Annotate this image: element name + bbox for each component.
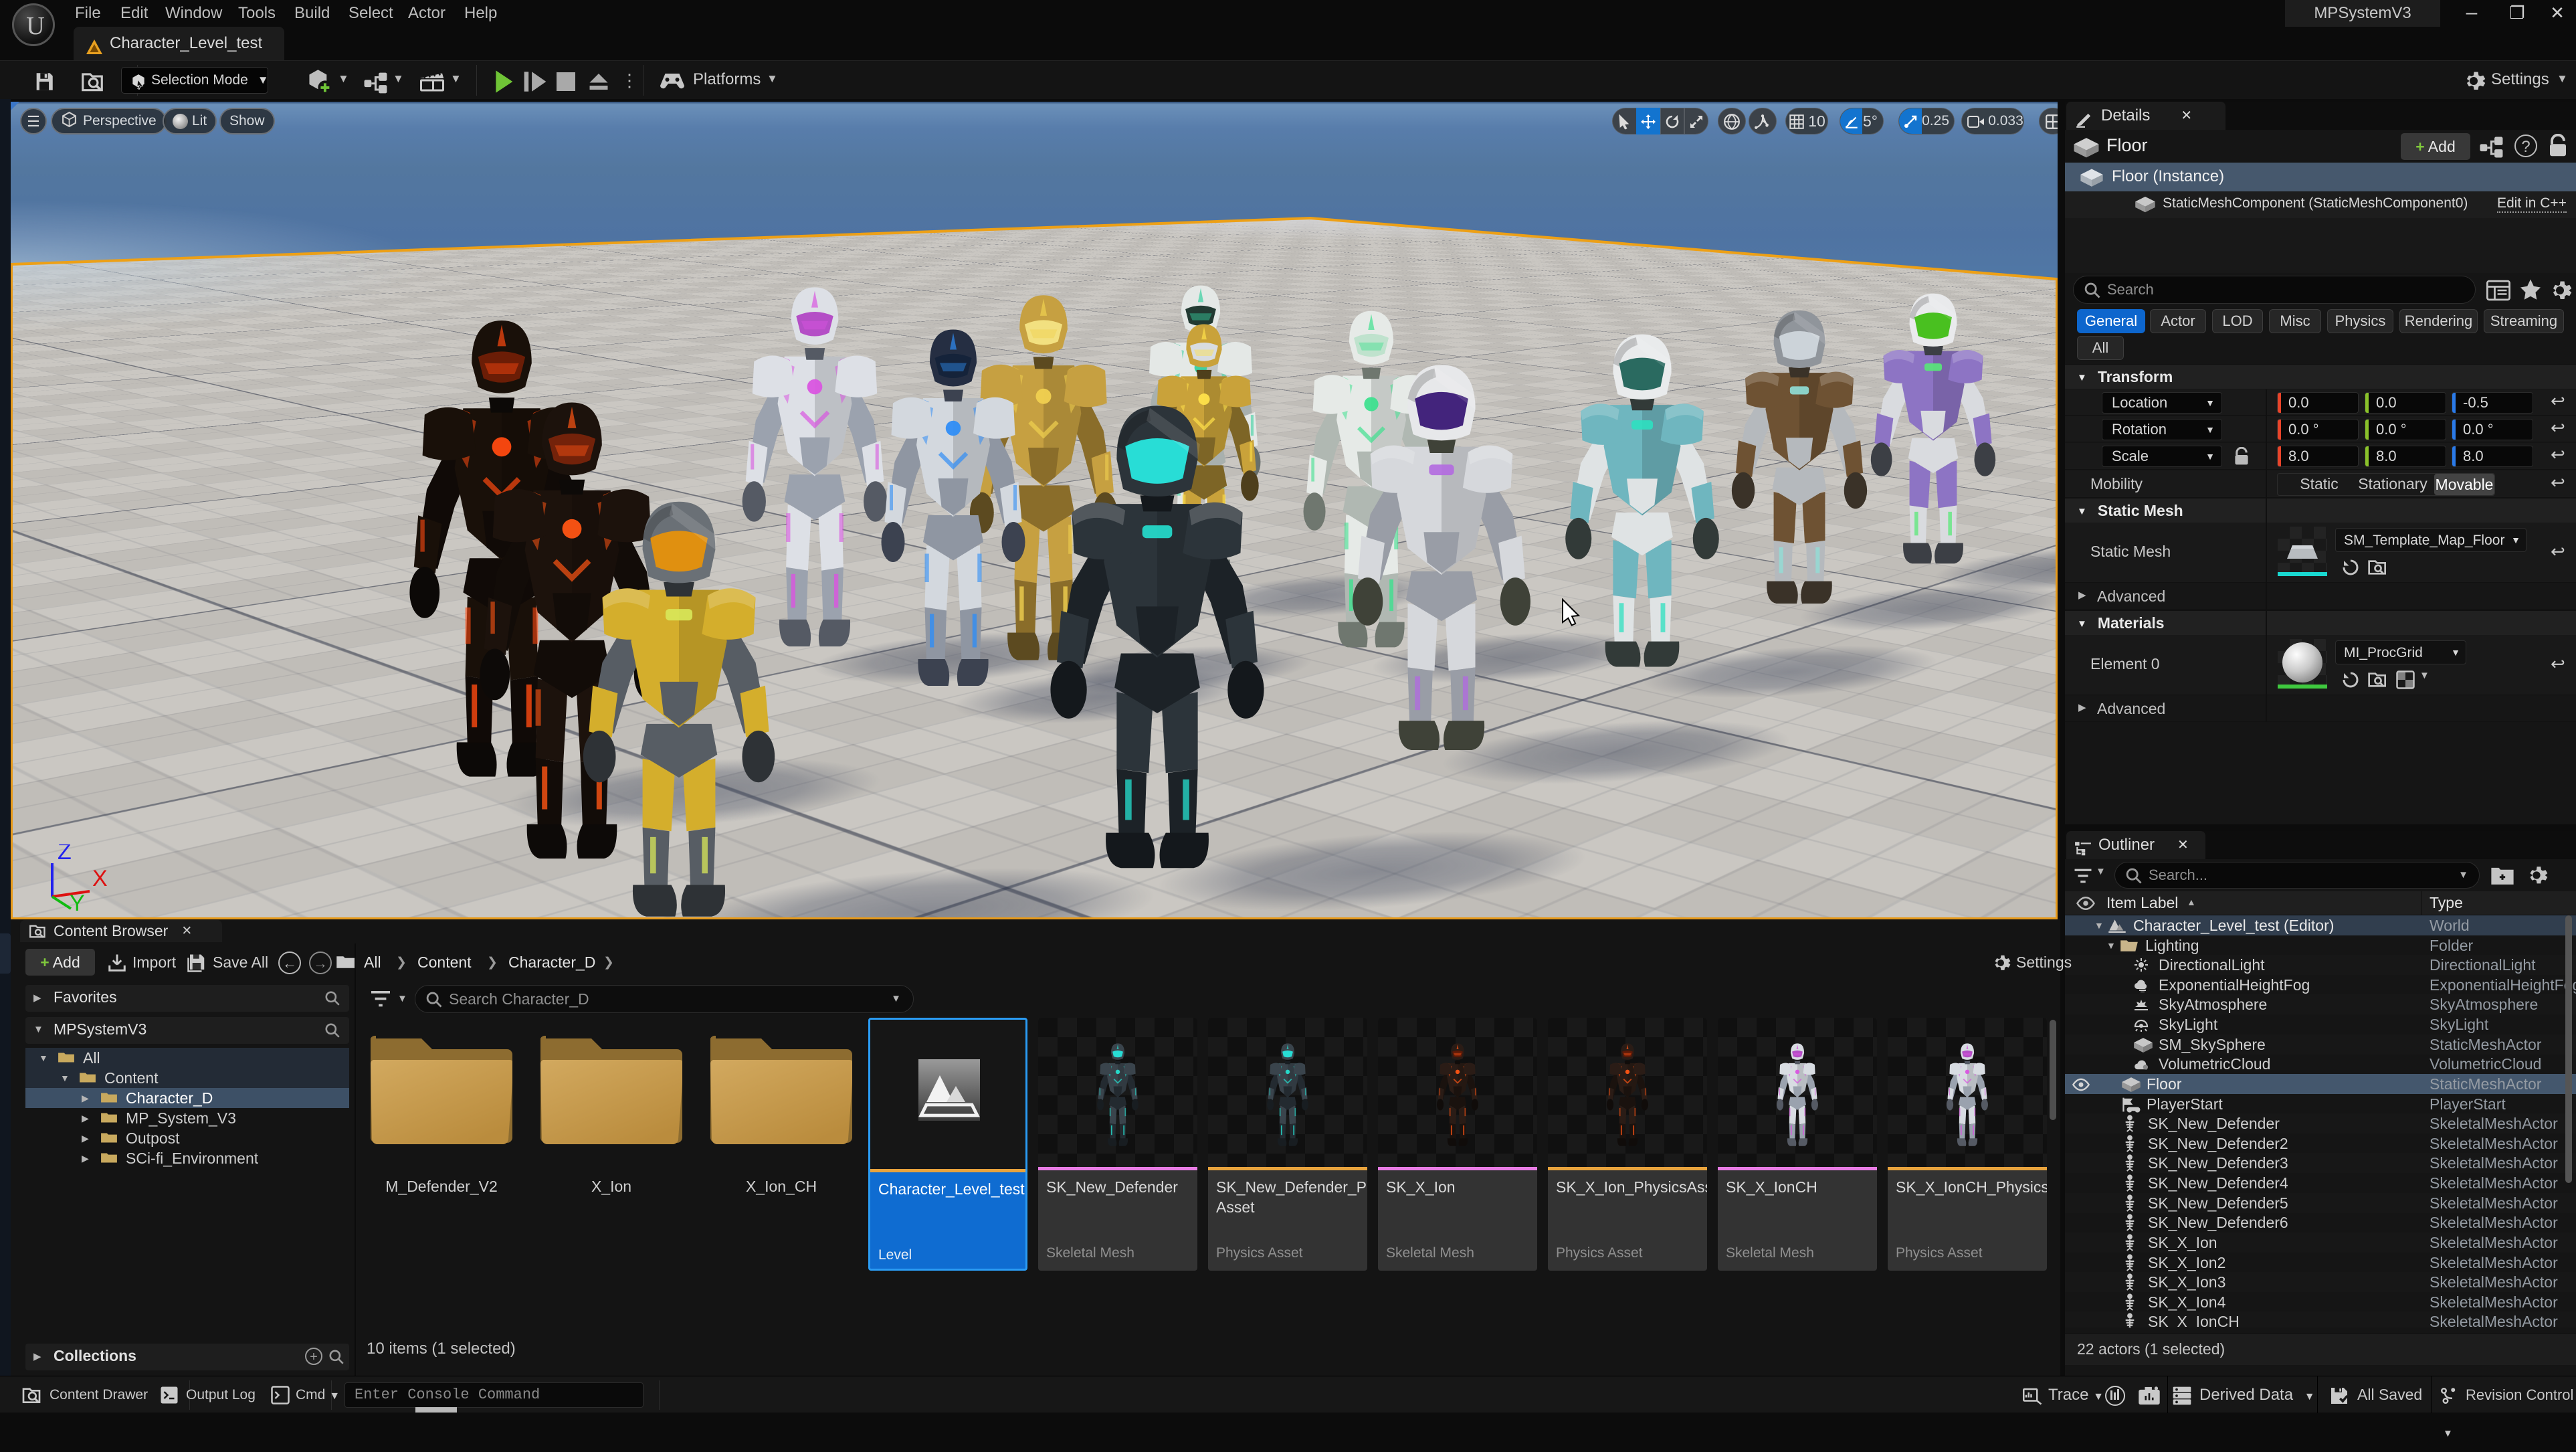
- svg-text:U: U: [26, 12, 44, 40]
- svg-text:Z: Z: [58, 844, 72, 865]
- svg-text:Y: Y: [70, 891, 85, 911]
- svg-text:X: X: [92, 866, 108, 891]
